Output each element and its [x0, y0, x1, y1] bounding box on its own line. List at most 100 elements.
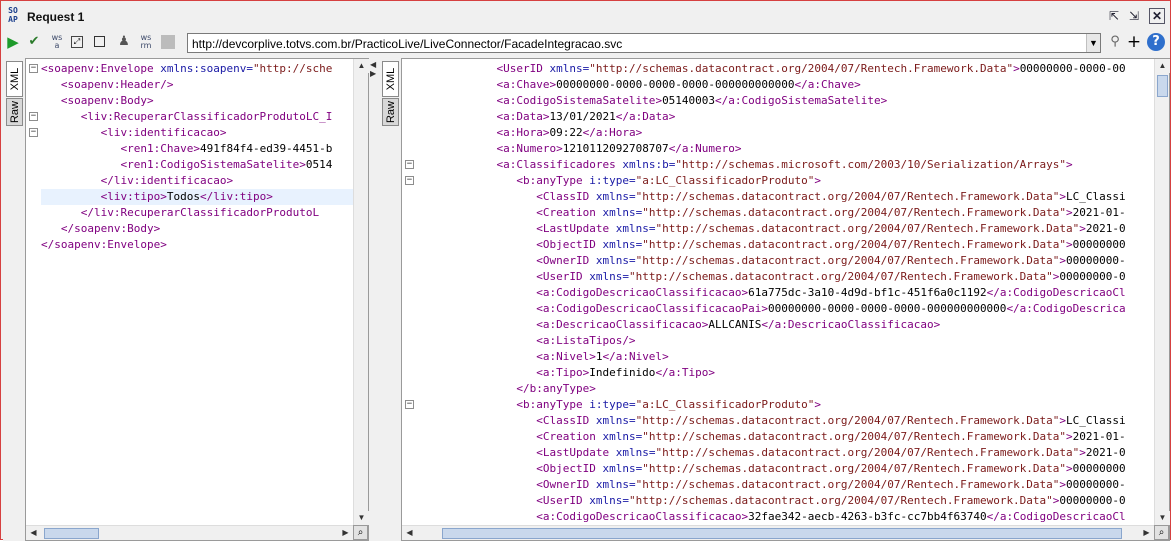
code-line: <a:Tipo>Indefinido</a:Tipo> — [536, 366, 716, 379]
code-line: <a:Hora>09:22</a:Hora> — [496, 126, 643, 139]
code-line: <a:Nivel>1</a:Nivel> — [536, 350, 669, 363]
window-title: Request 1 — [27, 10, 85, 24]
code-line: <a:DescricaoClassificacao>ALLCANIS</a:De… — [536, 318, 941, 331]
code-line: <OwnerID xmlns="http://schemas.datacontr… — [536, 478, 1126, 491]
code-line: <a:CodigoSistemaSatelite>05140003</a:Cod… — [496, 94, 888, 107]
help-icon[interactable]: ? — [1147, 33, 1165, 51]
code-line: <soapenv:Body> — [60, 94, 154, 107]
code-line: <ren1:Chave>491f84f4-ed39-4451-b — [120, 142, 333, 155]
code-line: <UserID xmlns="http://schemas.datacontra… — [536, 494, 1126, 507]
scroll-thumb[interactable] — [1157, 75, 1168, 97]
attach-icon[interactable]: ⚲ — [1107, 34, 1123, 50]
fold-toggle[interactable]: − — [29, 112, 38, 121]
pane-splitter[interactable]: ◀ ▶ — [369, 58, 379, 541]
maximize-icon[interactable]: ⇲ — [1126, 8, 1142, 24]
code-line: <UserID xmlns="http://schemas.datacontra… — [496, 62, 1126, 75]
endpoint-url-select[interactable]: http://devcorplive.totvs.com.br/Practico… — [187, 33, 1101, 53]
title-bar: SO AP Request 1 ⇱ ⇲ ✕ — [1, 5, 1170, 29]
code-line: <a:ListaTipos/> — [536, 334, 636, 347]
code-line: <LastUpdate xmlns="http://schemas.dataco… — [536, 222, 1126, 235]
fold-toggle[interactable]: − — [405, 160, 414, 169]
scroll-thumb[interactable] — [44, 528, 99, 539]
scroll-thumb[interactable] — [442, 528, 1122, 539]
code-line: <soapenv:Envelope xmlns:soapenv="http://… — [41, 62, 333, 75]
response-viewer[interactable]: − − − <UserID xmlns="http://schemas.data… — [401, 58, 1170, 541]
scroll-left-icon[interactable]: ◀ — [26, 526, 41, 540]
code-line: <OwnerID xmlns="http://schemas.datacontr… — [536, 254, 1126, 267]
code-line: <a:CodigoDescricaoClassificacao>61a775dc… — [536, 286, 1126, 299]
code-line: <a:CodigoDescricaoClassificacao>32fae342… — [536, 510, 1126, 523]
tab-raw-response[interactable]: Raw — [382, 98, 399, 126]
fold-toggle[interactable]: − — [29, 128, 38, 137]
scroll-up-icon[interactable]: ▲ — [1155, 59, 1170, 73]
request-xml[interactable]: <soapenv:Envelope xmlns:soapenv="http://… — [41, 61, 353, 527]
chevron-down-icon[interactable]: ▼ — [1086, 34, 1100, 52]
stop-icon[interactable] — [94, 36, 105, 47]
fold-toggle[interactable]: − — [405, 176, 414, 185]
code-line: </soapenv:Envelope> — [41, 238, 167, 251]
request-vscroll[interactable]: ▲ ▼ — [353, 59, 369, 525]
code-line: </b:anyType> — [516, 382, 596, 395]
collapse-arrows-icon[interactable]: ◀ ▶ — [370, 60, 376, 78]
code-line: <ClassID xmlns="http://schemas.datacontr… — [536, 414, 1126, 427]
run-icon[interactable]: ▶ — [5, 34, 21, 50]
tab-xml-request[interactable]: XML — [6, 61, 23, 97]
response-hscroll[interactable]: ◀ ▶ — [402, 525, 1154, 540]
response-vscroll[interactable]: ▲ ▼ — [1154, 59, 1170, 525]
tab-xml-response[interactable]: XML — [382, 61, 399, 97]
code-line: </liv:identificacao> — [100, 174, 234, 187]
code-line: <Creation xmlns="http://schemas.datacont… — [536, 430, 1126, 443]
validate-icon[interactable]: ✔ — [26, 34, 42, 50]
request-view-tabs: XML Raw — [3, 58, 25, 541]
fold-toggle[interactable]: − — [405, 400, 414, 409]
code-line: <ObjectID xmlns="http://schemas.datacont… — [536, 462, 1126, 475]
zoom-icon[interactable]: ⌕ — [353, 525, 368, 540]
add-icon[interactable]: + — [1126, 34, 1142, 51]
response-xml[interactable]: <UserID xmlns="http://schemas.datacontra… — [417, 61, 1154, 527]
response-gutter: − − − — [402, 59, 418, 540]
disabled-icon — [161, 35, 175, 49]
code-line: </liv:RecuperarClassificadorProdutoL — [80, 206, 320, 219]
code-line: <a:Numero>1210112092708707</a:Numero> — [496, 142, 742, 155]
code-line: <UserID xmlns="http://schemas.datacontra… — [536, 270, 1126, 283]
scroll-down-icon[interactable]: ▼ — [1155, 511, 1170, 525]
scroll-right-icon[interactable]: ▶ — [1139, 526, 1154, 540]
tab-raw-request[interactable]: Raw — [6, 98, 23, 126]
request-editor[interactable]: − − − <soapenv:Envelope xmlns:soapenv="h… — [25, 58, 369, 541]
code-line: <ClassID xmlns="http://schemas.datacontr… — [536, 190, 1126, 203]
code-line: <b:anyType i:type="a:LC_ClassificadorPro… — [516, 398, 822, 411]
code-line: <liv:RecuperarClassificadorProdutoLC_I — [80, 110, 333, 123]
frame-icon[interactable]: ⤢ — [71, 36, 83, 48]
scroll-left-icon[interactable]: ◀ — [402, 526, 417, 540]
ws-a-icon[interactable]: ws a — [49, 34, 65, 50]
scroll-up-icon[interactable]: ▲ — [354, 59, 369, 73]
code-line: <a:Chave>00000000-0000-0000-0000-0000000… — [496, 78, 861, 91]
detach-icon[interactable]: ⇱ — [1106, 8, 1122, 24]
code-line: <soapenv:Header/> — [60, 78, 174, 91]
fold-toggle[interactable]: − — [29, 64, 38, 73]
code-line: </soapenv:Body> — [60, 222, 161, 235]
code-line: <liv:tipo>Todos</liv:tipo> — [41, 189, 353, 205]
request-window: SO AP Request 1 ⇱ ⇲ ✕ ▶ ✔ ws a ⤢ ♟ ws rm h… — [0, 0, 1171, 541]
close-icon[interactable]: ✕ — [1149, 8, 1165, 24]
code-line: <ren1:CodigoSistemaSatelite>0514 — [120, 158, 333, 171]
request-gutter: − − − — [26, 59, 42, 540]
code-line: <b:anyType i:type="a:LC_ClassificadorPro… — [516, 174, 822, 187]
ws-rm-icon[interactable]: ws rm — [138, 34, 154, 50]
scroll-down-icon[interactable]: ▼ — [354, 511, 369, 525]
code-line: <ObjectID xmlns="http://schemas.datacont… — [536, 238, 1126, 251]
zoom-icon[interactable]: ⌕ — [1154, 525, 1169, 540]
toolbar: ▶ ✔ ws a ⤢ ♟ ws rm http://devcorplive.totv… — [1, 30, 1170, 56]
response-view-tabs: XML Raw — [379, 58, 401, 541]
scroll-right-icon[interactable]: ▶ — [338, 526, 353, 540]
code-line: <LastUpdate xmlns="http://schemas.dataco… — [536, 446, 1126, 459]
code-line: <a:CodigoDescricaoClassificacaoPai>00000… — [536, 302, 1126, 315]
code-line: <Creation xmlns="http://schemas.datacont… — [536, 206, 1126, 219]
request-hscroll[interactable]: ◀ ▶ — [26, 525, 353, 540]
code-line: <a:Classificadores xmlns:b="http://schem… — [496, 158, 1073, 171]
code-line: <liv:identificacao> — [100, 126, 227, 139]
code-line: <a:Data>13/01/2021</a:Data> — [496, 110, 676, 123]
soapui-logo-icon: SO AP — [8, 6, 18, 24]
endpoint-url-text: http://devcorplive.totvs.com.br/Practico… — [192, 37, 623, 51]
user-icon[interactable]: ♟ — [116, 34, 132, 50]
